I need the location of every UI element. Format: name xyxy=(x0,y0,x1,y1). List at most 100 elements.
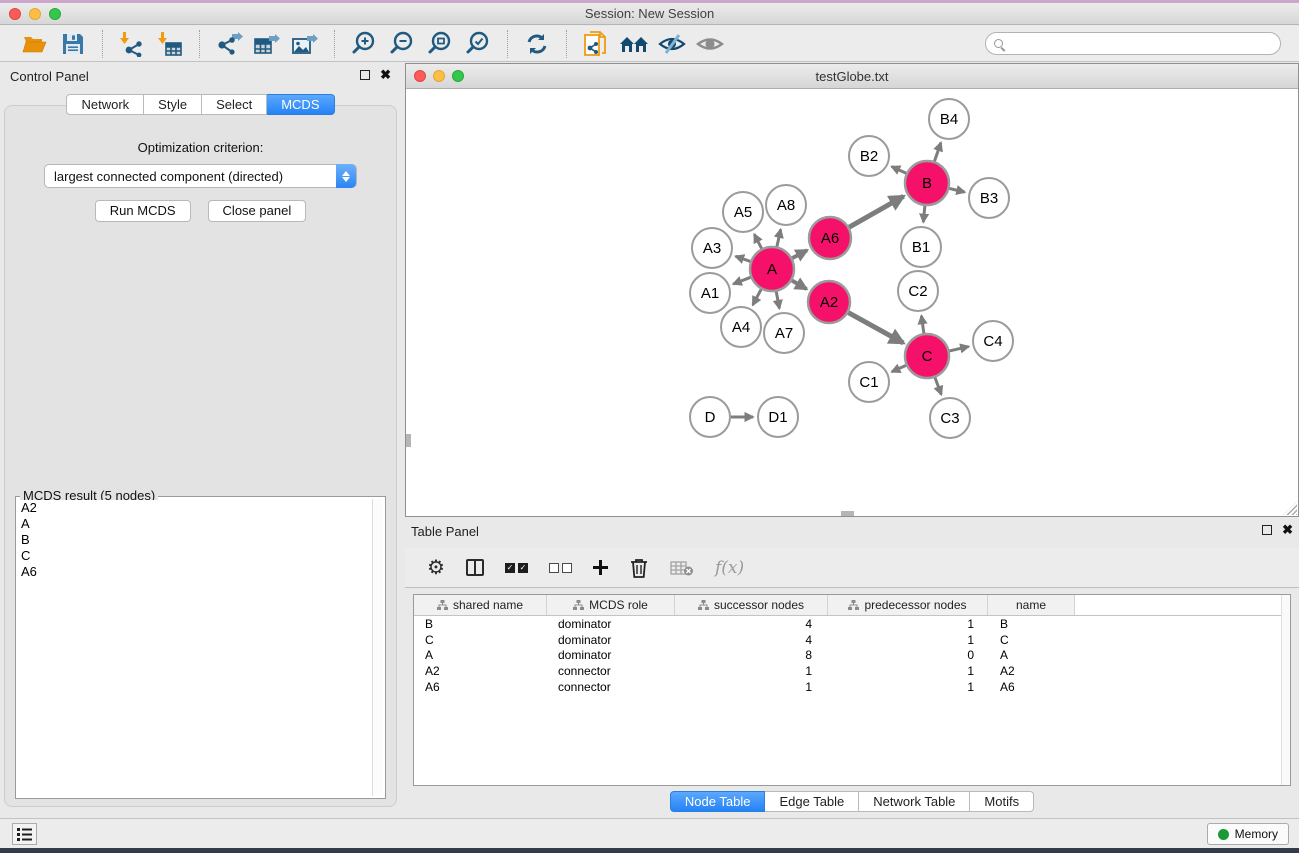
show-all-eye-icon[interactable] xyxy=(691,29,729,59)
graph-edge[interactable] xyxy=(923,206,925,222)
table-cell[interactable]: 1 xyxy=(828,617,988,631)
delete-table-icon[interactable] xyxy=(670,559,694,577)
result-scrollbar[interactable] xyxy=(372,499,383,796)
column-header-successor-nodes[interactable]: successor nodes xyxy=(675,595,828,615)
table-cell[interactable]: A2 xyxy=(988,664,1075,678)
table-row[interactable]: A6connector11A6 xyxy=(414,679,1290,695)
search-field[interactable] xyxy=(985,32,1281,55)
zoom-out-icon[interactable] xyxy=(383,29,421,59)
table-cell[interactable]: 4 xyxy=(675,633,828,647)
table-cell[interactable]: dominator xyxy=(547,633,675,647)
table-cell[interactable]: 4 xyxy=(675,617,828,631)
save-session-icon[interactable] xyxy=(54,29,92,59)
float-panel-icon[interactable] xyxy=(360,70,370,80)
refresh-icon[interactable] xyxy=(518,29,556,59)
function-builder-icon[interactable]: f(x) xyxy=(715,558,744,578)
homes-icon[interactable] xyxy=(615,29,653,59)
graph-node[interactable]: B2 xyxy=(849,136,889,176)
graph-node[interactable]: C1 xyxy=(849,362,889,402)
zoom-selected-icon[interactable] xyxy=(459,29,497,59)
table-body[interactable]: Bdominator41BCdominator41CAdominator80AA… xyxy=(414,616,1290,695)
criterion-dropdown[interactable]: largest connected component (directed) xyxy=(44,164,357,188)
table-cell[interactable]: 1 xyxy=(828,664,988,678)
table-cell[interactable]: A xyxy=(414,648,547,662)
table-row[interactable]: Bdominator41B xyxy=(414,616,1290,632)
graph-node[interactable]: A6 xyxy=(809,217,851,259)
result-item[interactable]: A6 xyxy=(18,564,371,580)
table-cell[interactable]: dominator xyxy=(547,648,675,662)
graph-edge[interactable] xyxy=(776,292,779,309)
table-settings-gear-icon[interactable]: ⚙ xyxy=(427,558,445,578)
deselect-all-columns-icon[interactable] xyxy=(549,563,572,573)
search-input[interactable] xyxy=(1003,35,1280,53)
close-table-panel-icon[interactable]: ✖ xyxy=(1282,525,1293,535)
graph-edge[interactable] xyxy=(848,313,903,343)
close-panel-button[interactable]: Close panel xyxy=(208,200,307,222)
network-canvas[interactable]: B4B2BB3B1A5A8A6A3AA1C2A2A4A7CC4C1C3DD1 xyxy=(406,89,1298,516)
network-close-button[interactable] xyxy=(414,70,426,82)
minimize-window-button[interactable] xyxy=(29,8,41,20)
zoom-in-icon[interactable] xyxy=(345,29,383,59)
table-cell[interactable]: 1 xyxy=(675,664,828,678)
table-row[interactable]: A2connector11A2 xyxy=(414,663,1290,679)
graph-node[interactable]: A7 xyxy=(764,313,804,353)
table-cell[interactable]: C xyxy=(414,633,547,647)
network-zoom-button[interactable] xyxy=(452,70,464,82)
float-table-panel-icon[interactable] xyxy=(1262,525,1272,535)
graph-node[interactable]: A5 xyxy=(723,192,763,232)
tab-node-table[interactable]: Node Table xyxy=(670,791,766,812)
column-header-predecessor-nodes[interactable]: predecessor nodes xyxy=(828,595,988,615)
network-from-document-icon[interactable] xyxy=(577,29,615,59)
graph-node[interactable]: A8 xyxy=(766,185,806,225)
export-table-icon[interactable] xyxy=(248,29,286,59)
graph-node[interactable]: C xyxy=(905,334,949,378)
graph-edge[interactable] xyxy=(921,316,923,333)
graph-node[interactable]: B xyxy=(905,161,949,205)
memory-button[interactable]: Memory xyxy=(1207,823,1289,845)
graph-node[interactable]: A2 xyxy=(808,281,850,323)
table-row[interactable]: Adominator80A xyxy=(414,648,1290,664)
table-scrollbar[interactable] xyxy=(1281,595,1290,785)
graph-edge[interactable] xyxy=(892,365,906,371)
task-list-button[interactable] xyxy=(12,823,37,845)
mcds-result-list[interactable]: A2ABCA6 xyxy=(18,500,371,796)
graph-edge[interactable] xyxy=(733,277,750,284)
graph-edge[interactable] xyxy=(892,167,906,174)
table-row[interactable]: Cdominator41C xyxy=(414,632,1290,648)
open-file-icon[interactable] xyxy=(16,29,54,59)
graph-node[interactable]: C2 xyxy=(898,271,938,311)
hide-selected-eye-slash-icon[interactable] xyxy=(653,29,691,59)
table-cell[interactable]: 1 xyxy=(828,680,988,694)
tab-network-table[interactable]: Network Table xyxy=(859,791,970,812)
close-window-button[interactable] xyxy=(9,8,21,20)
tab-network[interactable]: Network xyxy=(66,94,144,115)
graph-node[interactable]: B4 xyxy=(929,99,969,139)
import-network-icon[interactable] xyxy=(113,29,151,59)
graph-edge[interactable] xyxy=(935,378,941,395)
graph-node[interactable]: A3 xyxy=(692,228,732,268)
graph-node[interactable]: B3 xyxy=(969,178,1009,218)
table-cell[interactable]: A6 xyxy=(414,680,547,694)
tab-edge-table[interactable]: Edge Table xyxy=(765,791,859,812)
graph-node[interactable]: A xyxy=(750,247,794,291)
table-cell[interactable]: A2 xyxy=(414,664,547,678)
graph-node[interactable]: A1 xyxy=(690,273,730,313)
graph-node[interactable]: C3 xyxy=(930,398,970,438)
graph-edge[interactable] xyxy=(849,196,903,227)
graph-edge[interactable] xyxy=(753,289,761,305)
table-cell[interactable]: A6 xyxy=(988,680,1075,694)
result-item[interactable]: A2 xyxy=(18,500,371,516)
table-cell[interactable]: B xyxy=(414,617,547,631)
add-column-icon[interactable] xyxy=(593,560,608,575)
export-network-icon[interactable] xyxy=(210,29,248,59)
graph-edge[interactable] xyxy=(792,281,807,289)
column-header-mcds-role[interactable]: MCDS role xyxy=(547,595,675,615)
result-item[interactable]: A xyxy=(18,516,371,532)
network-minimize-button[interactable] xyxy=(433,70,445,82)
select-all-columns-icon[interactable]: ✓✓ xyxy=(505,563,528,573)
table-cell[interactable]: connector xyxy=(547,664,675,678)
network-window-titlebar[interactable]: testGlobe.txt xyxy=(406,64,1298,89)
table-cell[interactable]: 1 xyxy=(675,680,828,694)
graph-edge[interactable] xyxy=(736,256,751,261)
table-cell[interactable]: 0 xyxy=(828,648,988,662)
